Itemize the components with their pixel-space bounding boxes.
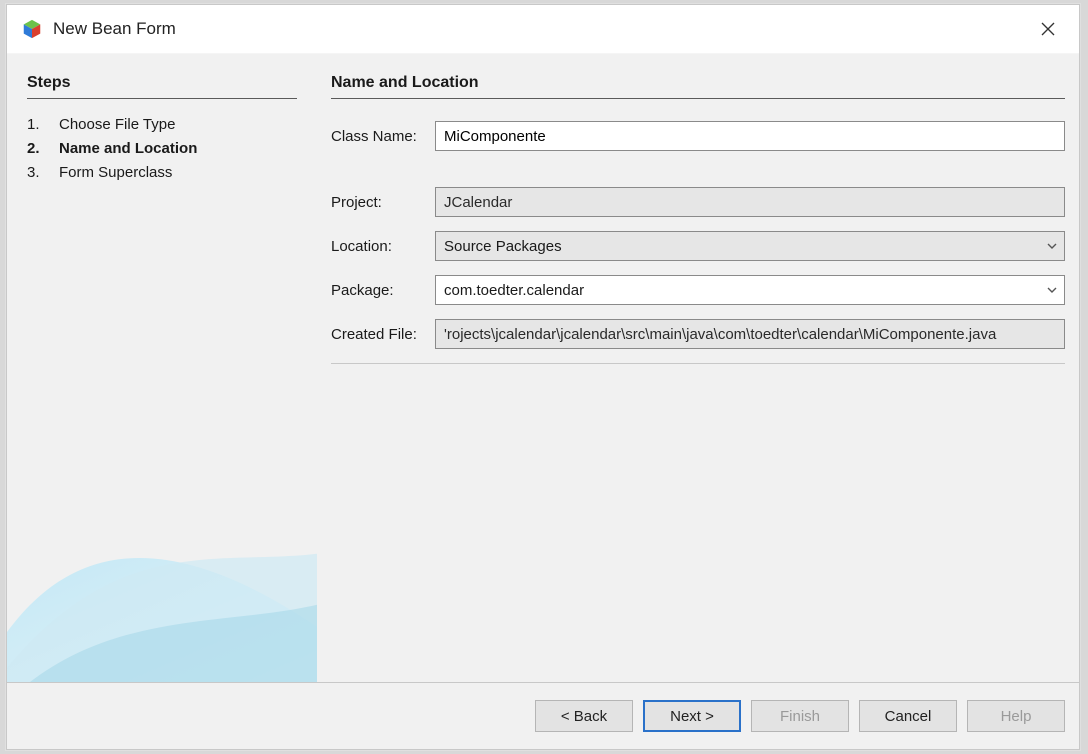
wizard-body: Steps 1. Choose File Type 2. Name and Lo… [7,53,1079,683]
cancel-button[interactable]: Cancel [859,700,957,732]
decorative-swoosh [7,463,347,683]
divider [331,363,1065,364]
package-combo[interactable]: com.toedter.calendar [435,275,1065,305]
close-button[interactable] [1029,14,1067,44]
step-item-current: 2. Name and Location [27,137,301,161]
steps-list: 1. Choose File Type 2. Name and Location… [27,113,301,185]
row-package: Package: com.toedter.calendar [331,275,1065,305]
wizard-window: New Bean Form Steps 1. Choose File Type … [6,4,1080,750]
chevron-down-icon [1046,240,1058,252]
close-icon [1041,22,1055,36]
label-project: Project: [331,194,435,211]
steps-sidebar: Steps 1. Choose File Type 2. Name and Lo… [7,54,317,683]
window-title: New Bean Form [53,19,1029,39]
steps-header: Steps [27,74,297,99]
app-icon [21,18,43,40]
main-panel: Name and Location Class Name: Project: J… [317,54,1079,683]
finish-button: Finish [751,700,849,732]
label-class-name: Class Name: [331,128,435,145]
project-field: JCalendar [435,187,1065,217]
row-location: Location: Source Packages [331,231,1065,261]
step-item: 3. Form Superclass [27,161,301,185]
row-project: Project: JCalendar [331,187,1065,217]
footer-buttons: < Back Next > Finish Cancel Help [7,682,1079,749]
main-header: Name and Location [331,74,1065,99]
class-name-input[interactable] [435,121,1065,151]
step-item: 1. Choose File Type [27,113,301,137]
title-bar: New Bean Form [7,5,1079,53]
label-location: Location: [331,238,435,255]
row-class-name: Class Name: [331,121,1065,151]
created-file-field: 'rojects\jcalendar\jcalendar\src\main\ja… [435,319,1065,349]
next-button[interactable]: Next > [643,700,741,732]
row-created-file: Created File: 'rojects\jcalendar\jcalend… [331,319,1065,349]
label-created-file: Created File: [331,326,435,343]
location-combo[interactable]: Source Packages [435,231,1065,261]
name-location-form: Class Name: Project: JCalendar Location: [331,121,1065,364]
back-button[interactable]: < Back [535,700,633,732]
help-button: Help [967,700,1065,732]
label-package: Package: [331,282,435,299]
chevron-down-icon [1046,284,1058,296]
